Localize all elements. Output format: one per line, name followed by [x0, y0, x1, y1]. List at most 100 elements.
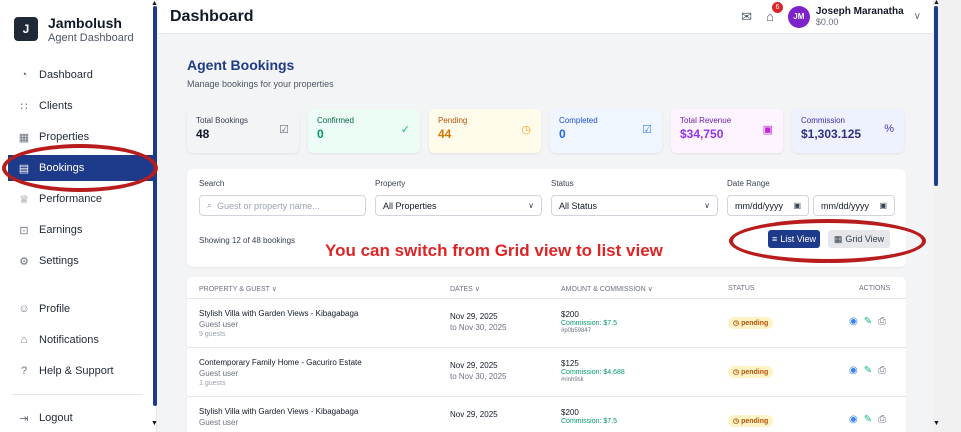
- sidebar-item-earnings[interactable]: ⊡ Earnings: [0, 217, 155, 243]
- results-count: Showing 12 of 48 bookings: [199, 236, 296, 245]
- printer-icon[interactable]: ⎙: [878, 414, 886, 425]
- printer-icon[interactable]: ⎙: [878, 365, 886, 376]
- list-icon: ≡: [771, 234, 778, 244]
- sidebar-item-performance[interactable]: ♕ Performance: [0, 186, 155, 212]
- top-bar: Dashboard ✉ ⌂ 6 JM Joseph Maranatha $0.0…: [158, 0, 933, 34]
- brand-subtitle: Agent Dashboard: [48, 31, 134, 44]
- sidebar-item-label: Settings: [39, 255, 79, 267]
- gear-icon: ⚙: [19, 255, 29, 268]
- message-icon[interactable]: ✉: [741, 9, 752, 25]
- column-header-dates[interactable]: DATES ∨: [450, 285, 480, 293]
- logout-icon: ⇥: [19, 412, 29, 425]
- status-select[interactable]: All Status ∨: [551, 195, 718, 216]
- guest-name: Guest user: [199, 418, 239, 427]
- property-label: Property: [375, 179, 406, 188]
- sidebar-item-properties[interactable]: ▦ Properties: [0, 124, 155, 150]
- search-input[interactable]: ⌕ Guest or property name...: [199, 195, 366, 216]
- help-icon: ?: [20, 365, 28, 377]
- percent-icon: %: [884, 123, 894, 135]
- stat-card-completed: Completed 0 ☑: [550, 109, 662, 153]
- dates-cell: Nov 29, 2025: [450, 410, 498, 419]
- guest-count: 1 guests: [199, 380, 226, 387]
- chevron-down-icon: ∨: [528, 201, 534, 210]
- scroll-down-arrow[interactable]: ▼: [151, 420, 158, 427]
- booking-ref: #p0b59847: [561, 328, 592, 334]
- user-menu[interactable]: JM Joseph Maranatha $0.00 ∨: [787, 5, 921, 28]
- status-badge: ◷ pending: [728, 317, 774, 329]
- main-content: Agent Bookings Manage bookings for your …: [158, 35, 933, 432]
- column-header-amount[interactable]: AMOUNT & COMMISSION ∨: [561, 285, 653, 293]
- date-range-label: Date Range: [727, 179, 770, 188]
- guest-count: 9 guests: [199, 331, 226, 338]
- sidebar-bottom-nav: ☺ Profile ⌂ Notifications ? Help & Suppo…: [0, 296, 155, 432]
- table-row[interactable]: Stylish Villa with Garden Views - Kibaga…: [187, 299, 906, 348]
- amount-cell: $200 Commission: $7.5 #p0b59847: [561, 310, 617, 334]
- search-icon: ⌕: [207, 200, 213, 210]
- date-from: Nov 29, 2025: [450, 312, 498, 321]
- stat-card-pending: Pending 44 ◷: [429, 109, 541, 153]
- brand-logo-icon: J: [14, 17, 38, 41]
- eye-icon[interactable]: ◉: [849, 365, 858, 376]
- date-from-input[interactable]: mm/dd/yyyy ▣: [727, 195, 809, 216]
- page-subtitle: Manage bookings for your properties: [187, 79, 334, 89]
- sidebar-item-label: Notifications: [39, 334, 99, 346]
- sidebar: J Jambolush Agent Dashboard ◔ Dashboard …: [0, 0, 158, 432]
- pencil-icon[interactable]: ✎: [864, 316, 872, 327]
- amount: $200: [561, 310, 579, 319]
- scrollbar-thumb[interactable]: [934, 6, 938, 186]
- status-select-value: All Status: [559, 200, 598, 211]
- column-header-property[interactable]: PROPERTY & GUEST ∨: [199, 285, 277, 293]
- amount-cell: $125 Commission: $4.688 #rinh9sk: [561, 359, 625, 383]
- sidebar-item-label: Clients: [39, 100, 73, 112]
- sidebar-item-label: Dashboard: [39, 69, 93, 81]
- stat-card-total-revenue: Total Revenue $34,750 ▣: [671, 109, 783, 153]
- user-balance: $0.00: [815, 17, 839, 27]
- grid-view-label: Grid View: [845, 234, 885, 244]
- sidebar-item-bookings[interactable]: ▤ Bookings: [8, 155, 156, 181]
- table-row[interactable]: Stylish Villa with Garden Views - Kibaga…: [187, 397, 906, 432]
- sidebar-item-clients[interactable]: ∷ Clients: [0, 93, 155, 119]
- list-view-label: List View: [780, 234, 817, 244]
- list-view-button[interactable]: ≡ List View: [768, 230, 820, 248]
- guest-name: Guest user: [199, 320, 239, 329]
- amount-cell: $200 Commission: $7.5: [561, 408, 617, 425]
- stat-value: $34,750: [680, 127, 724, 141]
- search-placeholder: Guest or property name...: [217, 200, 320, 211]
- brand[interactable]: J Jambolush Agent Dashboard: [0, 0, 156, 48]
- page-scrollbar[interactable]: ▲ ▼: [933, 0, 961, 432]
- commission: Commission: $7.5: [561, 320, 618, 327]
- sidebar-item-logout[interactable]: ⇥ Logout: [0, 405, 155, 431]
- grid-view-button[interactable]: ▦ Grid View: [828, 230, 890, 248]
- calendar-icon[interactable]: ▣: [793, 201, 801, 210]
- row-actions: ◉ ✎ ⎙: [849, 365, 886, 376]
- pencil-icon[interactable]: ✎: [864, 365, 872, 376]
- eye-icon[interactable]: ◉: [849, 414, 858, 425]
- calendar-icon[interactable]: ▣: [879, 201, 887, 210]
- date-to-input[interactable]: mm/dd/yyyy ▣: [813, 195, 895, 216]
- printer-icon[interactable]: ⎙: [878, 316, 886, 327]
- scrollbar-thumb[interactable]: [153, 6, 157, 406]
- sidebar-item-profile[interactable]: ☺ Profile: [0, 296, 155, 322]
- amount: $200: [561, 408, 579, 417]
- clock-icon: ◷: [521, 124, 531, 136]
- chevron-down-icon: ∨: [704, 201, 710, 210]
- sidebar-item-label: Help & Support: [39, 365, 114, 377]
- stat-label: Completed: [559, 116, 598, 125]
- property-cell: Stylish Villa with Garden Views - Kibaga…: [199, 309, 358, 338]
- stat-card-commission: Commission $1,303.125 %: [792, 109, 904, 153]
- chevron-down-icon: ∨: [913, 11, 921, 22]
- table-row[interactable]: Contemporary Family Home - Gacuriro Esta…: [187, 348, 906, 397]
- bell-icon[interactable]: ⌂ 6: [766, 2, 783, 24]
- sidebar-item-help[interactable]: ? Help & Support: [0, 358, 155, 384]
- property-select[interactable]: All Properties ∨: [375, 195, 542, 216]
- sidebar-item-dashboard[interactable]: ◔ Dashboard: [0, 62, 155, 88]
- bell-icon: ⌂: [20, 334, 28, 346]
- eye-icon[interactable]: ◉: [849, 316, 858, 327]
- user-name: Joseph Maranatha: [815, 6, 904, 17]
- stat-label: Total Revenue: [680, 116, 732, 125]
- sidebar-item-notifications[interactable]: ⌂ Notifications: [0, 327, 155, 353]
- pencil-icon[interactable]: ✎: [864, 414, 872, 425]
- scroll-down-arrow[interactable]: ▼: [933, 420, 940, 427]
- row-actions: ◉ ✎ ⎙: [849, 414, 886, 425]
- sidebar-item-settings[interactable]: ⚙ Settings: [0, 248, 155, 274]
